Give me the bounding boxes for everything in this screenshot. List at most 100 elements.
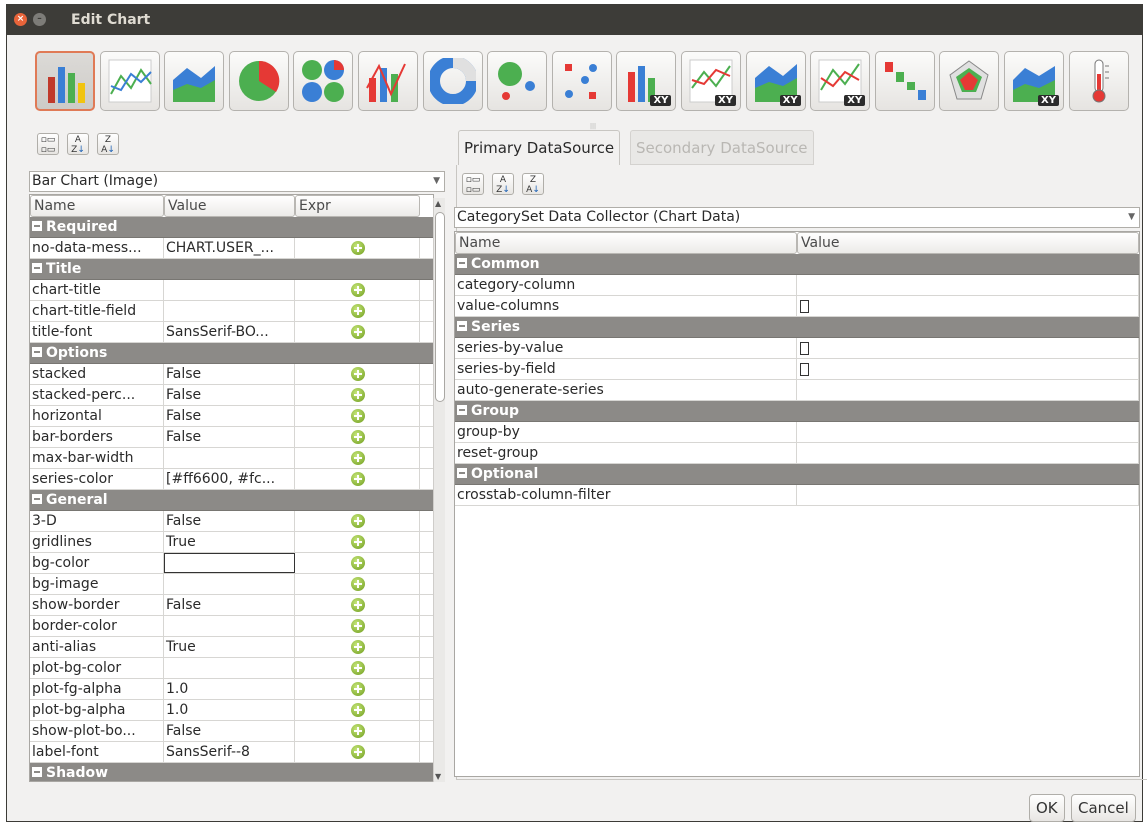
property-row[interactable]: plot-bg-color bbox=[30, 658, 433, 679]
chart-type-thermometer-button[interactable] bbox=[1068, 51, 1129, 111]
column-header-name[interactable]: Name bbox=[30, 195, 164, 217]
property-row[interactable]: show-border False bbox=[30, 595, 433, 616]
list-editor-box[interactable] bbox=[800, 342, 809, 355]
cancel-button[interactable]: Cancel bbox=[1071, 794, 1136, 822]
property-value[interactable]: 1.0 bbox=[164, 679, 295, 699]
sort-za-icon[interactable]: Z A↓ bbox=[97, 133, 119, 155]
property-row[interactable]: anti-alias True bbox=[30, 637, 433, 658]
add-expression-icon[interactable] bbox=[351, 325, 365, 339]
collapse-icon[interactable] bbox=[457, 468, 467, 478]
property-row[interactable]: bar-borders False bbox=[30, 427, 433, 448]
property-row[interactable]: border-color bbox=[30, 616, 433, 637]
categorized-view-icon[interactable]: ▫▭ ▫▭ bbox=[462, 173, 484, 195]
property-row[interactable]: gridlines True bbox=[30, 532, 433, 553]
property-value[interactable] bbox=[164, 301, 295, 321]
add-expression-icon[interactable] bbox=[351, 724, 365, 738]
property-value[interactable] bbox=[797, 443, 1139, 463]
splitter-grip[interactable]: ||| bbox=[590, 123, 604, 130]
collapse-icon[interactable] bbox=[457, 258, 467, 268]
datasource-combo[interactable]: CategorySet Data Collector (Chart Data) … bbox=[454, 207, 1140, 228]
scroll-down-icon[interactable]: ▼ bbox=[435, 772, 441, 781]
property-value[interactable]: SansSerif-BO... bbox=[164, 322, 295, 342]
property-value[interactable] bbox=[164, 448, 295, 468]
property-value[interactable]: [#ff6600, #fc... bbox=[164, 469, 295, 489]
datasource-row[interactable]: value-columns bbox=[455, 296, 1139, 317]
add-expression-icon[interactable] bbox=[351, 535, 365, 549]
left-scrollbar[interactable]: ▲ ▼ bbox=[433, 198, 445, 782]
chart-type-line-button[interactable] bbox=[99, 51, 160, 111]
property-value[interactable] bbox=[797, 296, 1139, 316]
chart-type-xy-bar-button[interactable]: XY bbox=[616, 51, 677, 111]
add-expression-icon[interactable] bbox=[351, 661, 365, 675]
add-expression-icon[interactable] bbox=[351, 598, 365, 612]
scroll-up-icon[interactable]: ▲ bbox=[435, 199, 441, 208]
property-row[interactable]: bg-image bbox=[30, 574, 433, 595]
category-row[interactable]: Optional bbox=[455, 464, 1139, 485]
property-row[interactable]: chart-title bbox=[30, 280, 433, 301]
property-row[interactable]: chart-title-field bbox=[30, 301, 433, 322]
categorized-view-icon[interactable]: ▫▭ ▫▭ bbox=[37, 133, 59, 155]
category-row[interactable]: Series bbox=[455, 317, 1139, 338]
category-row[interactable]: General bbox=[30, 490, 433, 511]
property-value[interactable] bbox=[797, 338, 1139, 358]
property-value[interactable]: False bbox=[164, 364, 295, 384]
add-expression-icon[interactable] bbox=[351, 745, 365, 759]
sort-az-icon[interactable]: A Z↓ bbox=[67, 133, 89, 155]
add-expression-icon[interactable] bbox=[351, 388, 365, 402]
category-row[interactable]: Options bbox=[30, 343, 433, 364]
add-expression-icon[interactable] bbox=[351, 304, 365, 318]
property-value[interactable] bbox=[164, 658, 295, 678]
property-row[interactable]: horizontal False bbox=[30, 406, 433, 427]
datasource-row[interactable]: group-by bbox=[455, 422, 1139, 443]
collapse-icon[interactable] bbox=[32, 347, 42, 357]
chart-type-bar-button[interactable] bbox=[35, 51, 95, 111]
chart-type-waterfall-button[interactable] bbox=[874, 51, 935, 111]
property-value[interactable] bbox=[797, 359, 1139, 379]
column-header-value[interactable]: Value bbox=[797, 232, 1139, 254]
ok-button[interactable]: OK bbox=[1029, 794, 1065, 822]
add-expression-icon[interactable] bbox=[351, 367, 365, 381]
collapse-icon[interactable] bbox=[457, 321, 467, 331]
property-value[interactable]: False bbox=[164, 385, 295, 405]
add-expression-icon[interactable] bbox=[351, 619, 365, 633]
scroll-thumb[interactable] bbox=[435, 212, 445, 402]
column-header-name[interactable]: Name bbox=[455, 232, 797, 254]
category-row[interactable]: Common bbox=[455, 254, 1139, 275]
datasource-row[interactable]: auto-generate-series bbox=[455, 380, 1139, 401]
property-row[interactable]: show-plot-bo... False bbox=[30, 721, 433, 742]
chart-type-multi-pie-button[interactable] bbox=[293, 51, 354, 111]
datasource-row[interactable]: category-column bbox=[455, 275, 1139, 296]
category-row[interactable]: Required bbox=[30, 217, 433, 238]
datasource-row[interactable]: crosstab-column-filter bbox=[455, 485, 1139, 506]
property-row[interactable]: series-color [#ff6600, #fc... bbox=[30, 469, 433, 490]
collapse-icon[interactable] bbox=[457, 405, 467, 415]
category-row[interactable]: Title bbox=[30, 259, 433, 280]
add-expression-icon[interactable] bbox=[351, 514, 365, 528]
collapse-icon[interactable] bbox=[32, 263, 42, 273]
category-row[interactable]: Shadow bbox=[30, 763, 433, 781]
chart-type-scatter-button[interactable] bbox=[551, 51, 612, 111]
property-row[interactable]: plot-bg-alpha 1.0 bbox=[30, 700, 433, 721]
property-value[interactable] bbox=[164, 616, 295, 636]
property-value[interactable] bbox=[164, 553, 295, 573]
chart-type-xy-area-button[interactable]: XY bbox=[745, 51, 806, 111]
chart-type-bubble-button[interactable] bbox=[487, 51, 548, 111]
add-expression-icon[interactable] bbox=[351, 430, 365, 444]
add-expression-icon[interactable] bbox=[351, 703, 365, 717]
add-expression-icon[interactable] bbox=[351, 640, 365, 654]
chart-type-bar-line-button[interactable] bbox=[358, 51, 418, 111]
property-row[interactable]: plot-fg-alpha 1.0 bbox=[30, 679, 433, 700]
chart-type-ring-button[interactable] bbox=[422, 51, 483, 111]
property-value[interactable] bbox=[164, 574, 295, 594]
property-value[interactable]: False bbox=[164, 721, 295, 741]
property-value[interactable]: 1.0 bbox=[164, 700, 295, 720]
column-header-value[interactable]: Value bbox=[164, 195, 295, 217]
chart-type-extended-xy-line-button[interactable]: XY bbox=[810, 51, 871, 111]
list-editor-box[interactable] bbox=[800, 363, 809, 376]
property-row[interactable]: bg-color bbox=[30, 553, 433, 574]
chart-expression-combo[interactable]: Bar Chart (Image) ▼ bbox=[29, 171, 445, 192]
collapse-icon[interactable] bbox=[32, 221, 42, 231]
add-expression-icon[interactable] bbox=[351, 241, 365, 255]
add-expression-icon[interactable] bbox=[351, 409, 365, 423]
property-row[interactable]: title-font SansSerif-BO... bbox=[30, 322, 433, 343]
